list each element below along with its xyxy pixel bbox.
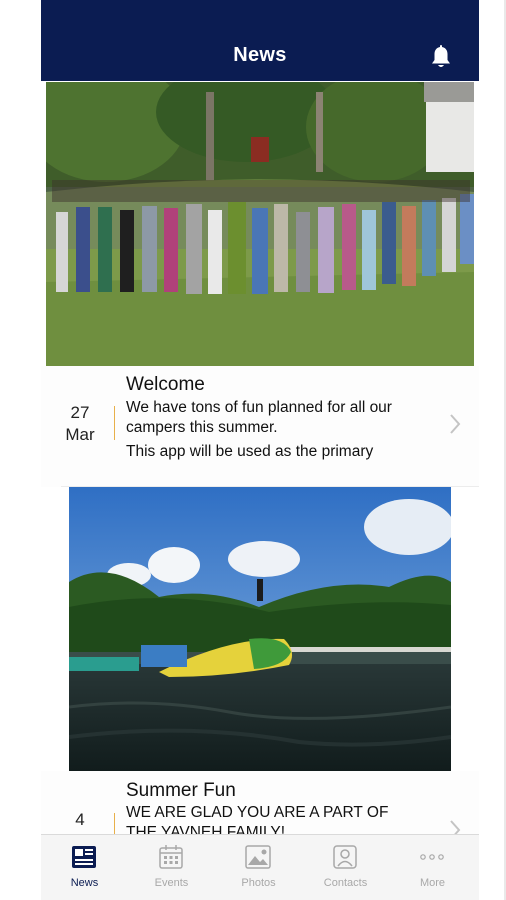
calendar-icon — [159, 845, 183, 869]
date-divider — [114, 813, 115, 834]
news-photo-lake-blob — [69, 487, 451, 771]
news-body: We have tons of fun planned for all our … — [126, 398, 392, 462]
tab-more[interactable]: More — [389, 835, 476, 900]
photo-icon — [245, 845, 271, 869]
news-body-line: We have tons of fun planned for all our — [126, 399, 392, 416]
tab-label: More — [419, 877, 446, 889]
news-body-line: WE ARE GLAD YOU ARE A PART OF — [126, 804, 389, 821]
news-title: Welcome — [126, 374, 205, 395]
news-date-day: 27 — [70, 403, 90, 422]
app-screen: News 27 Mar Welcome We have tons of fun … — [41, 0, 479, 900]
chevron-right-icon[interactable] — [449, 413, 461, 435]
date-divider — [114, 406, 115, 440]
news-item-text[interactable]: 27 Mar Welcome We have tons of fun plann… — [41, 366, 479, 487]
tab-bar: News Events Photos Contacts More — [41, 834, 479, 900]
news-title: Summer Fun — [126, 780, 236, 801]
more-dots-icon — [420, 854, 444, 860]
news-date-day: 4 — [75, 810, 85, 829]
tab-contacts[interactable]: Contacts — [302, 835, 389, 900]
tab-label: Events — [154, 877, 189, 889]
bell-icon[interactable] — [430, 45, 452, 69]
tab-news[interactable]: News — [41, 835, 128, 900]
tab-label: Contacts — [323, 877, 368, 889]
newspaper-icon — [72, 846, 96, 868]
tab-photos[interactable]: Photos — [215, 835, 302, 900]
news-photo-group-circle — [46, 82, 474, 366]
news-date-month: Mar — [65, 425, 95, 444]
news-body-line: campers this summer. — [126, 419, 278, 436]
contact-icon — [333, 845, 357, 869]
news-date: 27 Mar — [45, 402, 115, 446]
page-title: News — [233, 44, 287, 66]
tab-label: Photos — [241, 877, 276, 889]
news-body-line: This app will be used as the primary — [126, 443, 374, 460]
news-item-text[interactable]: 4 Summer Fun WE ARE GLAD YOU ARE A PART … — [41, 771, 479, 841]
header-bar: News — [41, 0, 479, 81]
news-date: 4 — [45, 809, 115, 831]
tab-events[interactable]: Events — [128, 835, 215, 900]
tab-label: News — [70, 877, 99, 889]
